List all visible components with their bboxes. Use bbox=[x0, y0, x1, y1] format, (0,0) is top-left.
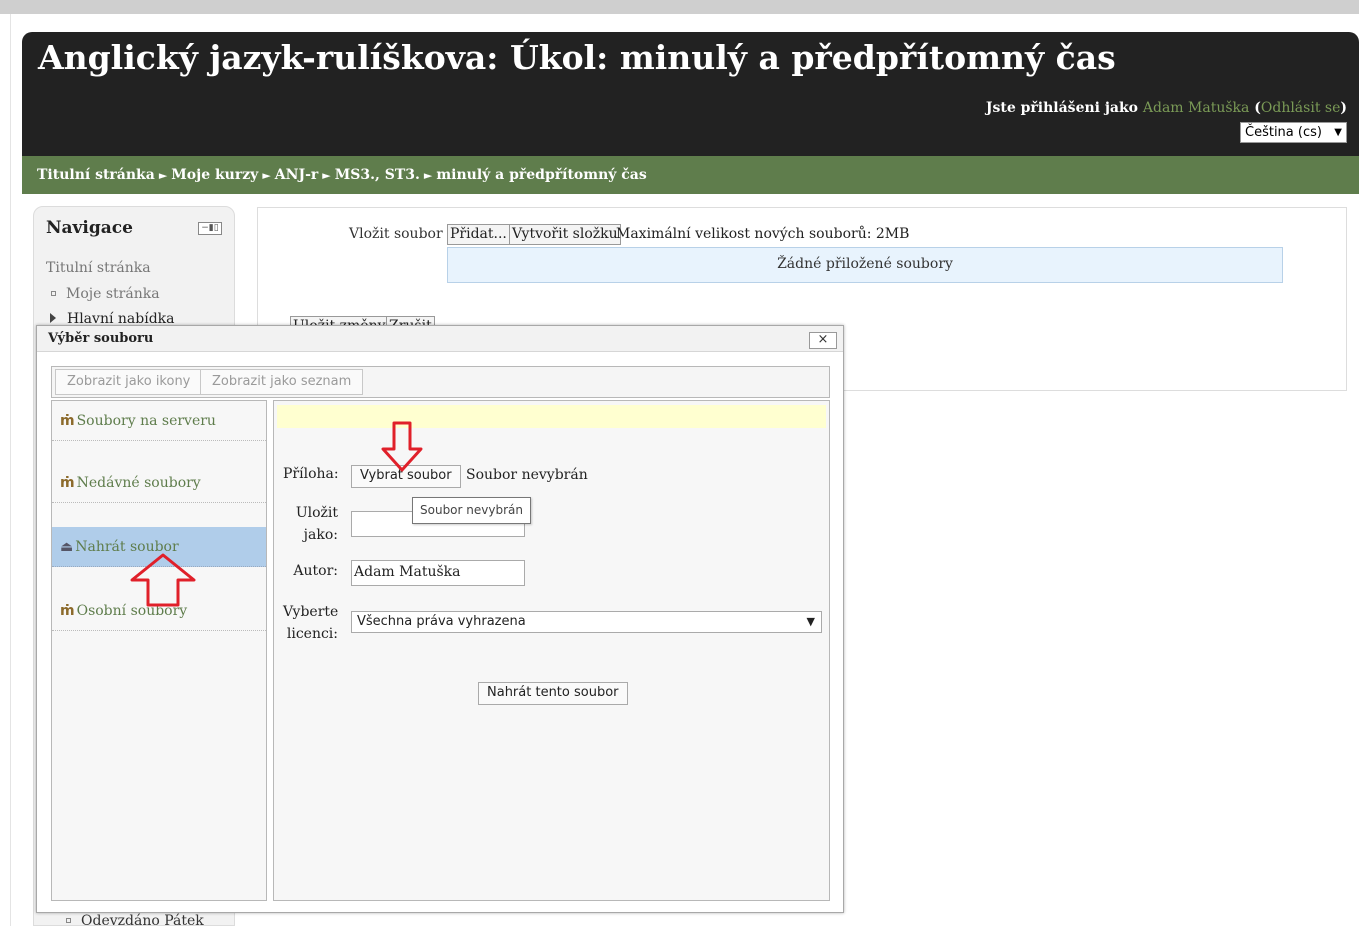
login-prefix: Jste přihlášeni jako bbox=[985, 100, 1139, 116]
file-picker-dialog: Výběr souboru × Zobrazit jako ikony Zobr… bbox=[36, 325, 844, 913]
license-label-line2: licenci: bbox=[286, 626, 338, 642]
up-arrow-annotation-icon bbox=[130, 553, 196, 607]
breadcrumb-separator-icon: ► bbox=[158, 168, 168, 182]
breadcrumb-separator-icon: ► bbox=[262, 168, 271, 182]
breadcrumb-assignment[interactable]: minulý a předpřítomný čas bbox=[436, 167, 646, 183]
license-select[interactable]: Všechna práva vyhrazena ▼ bbox=[351, 611, 822, 633]
save-as-label-line1: Uložit bbox=[295, 505, 338, 521]
breadcrumb-separator-icon: ► bbox=[322, 168, 331, 182]
upload-form-panel: Příloha: Vybrat soubor Soubor nevybrán U… bbox=[273, 400, 830, 901]
author-input[interactable]: Adam Matuška bbox=[351, 560, 525, 586]
breadcrumb-my-courses[interactable]: Moje kurzy bbox=[171, 167, 258, 183]
view-as-list-button[interactable]: Zobrazit jako seznam bbox=[200, 369, 364, 395]
breadcrumb: Titulní stránka ► Moje kurzy ► ANJ-r ► M… bbox=[22, 156, 1359, 194]
no-file-chosen-text: Soubor nevybrán bbox=[466, 467, 588, 483]
author-label: Autor: bbox=[293, 563, 338, 579]
language-select-value: Čeština (cs) bbox=[1245, 125, 1322, 140]
down-arrow-annotation-icon bbox=[381, 421, 423, 472]
login-info: Jste přihlášeni jako Adam Matuška (Odhlá… bbox=[985, 100, 1347, 116]
moodle-icon: ṁ bbox=[60, 413, 75, 429]
max-file-size-text: Maximální velikost nových souborů: 2MB bbox=[616, 226, 910, 242]
add-file-button[interactable]: Přidat... bbox=[447, 224, 510, 245]
save-as-label: Uložit jako: bbox=[283, 502, 338, 546]
repo-item-label: Nedávné soubory bbox=[76, 475, 201, 491]
license-label-line1: Vyberte bbox=[283, 604, 339, 620]
license-select-value: Všechna práva vyhrazena bbox=[357, 614, 526, 629]
chevron-down-icon: ▼ bbox=[806, 615, 815, 628]
upload-icon: ⏏ bbox=[60, 539, 74, 555]
user-name-link[interactable]: Adam Matuška bbox=[1143, 100, 1249, 116]
nav-item-my-page[interactable]: Moje stránka bbox=[46, 286, 160, 302]
view-toolbar: Zobrazit jako ikony Zobrazit jako seznam bbox=[51, 366, 830, 398]
logout-link[interactable]: Odhlásit se bbox=[1261, 100, 1341, 116]
breadcrumb-home[interactable]: Titulní stránka bbox=[37, 167, 155, 183]
breadcrumb-course[interactable]: ANJ-r bbox=[275, 167, 318, 183]
view-as-icons-button[interactable]: Zobrazit jako ikony bbox=[55, 369, 203, 395]
repo-item-server-files[interactable]: ṁ Soubory na serveru bbox=[52, 401, 266, 441]
repo-item-label: Soubory na serveru bbox=[76, 413, 216, 429]
nav-item-submitted[interactable]: Odevzdáno Pátek bbox=[66, 913, 204, 929]
window-left-band bbox=[0, 14, 11, 926]
chevron-down-icon: ▼ bbox=[1334, 127, 1342, 138]
license-label: Vyberte licenci: bbox=[283, 601, 338, 645]
breadcrumb-separator-icon: ► bbox=[423, 168, 433, 182]
window-top-band bbox=[0, 0, 1359, 14]
dialog-title: Výběr souboru bbox=[48, 331, 154, 346]
expand-triangle-icon bbox=[50, 313, 56, 323]
nav-item-my-page-label: Moje stránka bbox=[66, 286, 160, 302]
repository-list: ṁ Soubory na serveru ṁ Nedávné soubory ⏏ Na… bbox=[51, 400, 267, 901]
moodle-icon: ṁ bbox=[60, 475, 75, 491]
message-bar bbox=[277, 405, 826, 428]
attachment-label: Příloha: bbox=[283, 466, 339, 482]
tooltip: Soubor nevybrán bbox=[412, 497, 531, 524]
bullet-icon bbox=[51, 290, 56, 296]
upload-file-button[interactable]: Nahrát tento soubor bbox=[478, 682, 628, 705]
create-folder-button[interactable]: Vytvořit složku bbox=[509, 224, 621, 245]
dock-block-icon[interactable]: −▮▯ bbox=[198, 222, 222, 235]
save-as-label-line2: jako: bbox=[303, 527, 338, 543]
page-title: Anglický jazyk-rulíškova: Úkol: minulý a… bbox=[38, 38, 1116, 77]
language-select[interactable]: Čeština (cs) ▼ bbox=[1240, 122, 1347, 143]
dialog-header: Výběr souboru × bbox=[37, 326, 843, 352]
nav-link-home[interactable]: Titulní stránka bbox=[46, 260, 151, 276]
file-upload-label: Vložit soubor bbox=[349, 226, 443, 242]
bullet-icon bbox=[66, 917, 71, 923]
moodle-icon: ṁ bbox=[60, 603, 75, 619]
breadcrumb-section[interactable]: MS3., ST3. bbox=[335, 167, 420, 183]
repo-item-recent-files[interactable]: ṁ Nedávné soubory bbox=[52, 463, 266, 503]
navigation-title: Navigace bbox=[46, 218, 133, 238]
close-icon[interactable]: × bbox=[809, 332, 837, 349]
page-header: Anglický jazyk-rulíškova: Úkol: minulý a… bbox=[22, 32, 1359, 156]
attached-files-area[interactable]: Žádné přiložené soubory bbox=[447, 247, 1283, 283]
nav-item-submitted-label: Odevzdáno Pátek bbox=[81, 913, 204, 929]
